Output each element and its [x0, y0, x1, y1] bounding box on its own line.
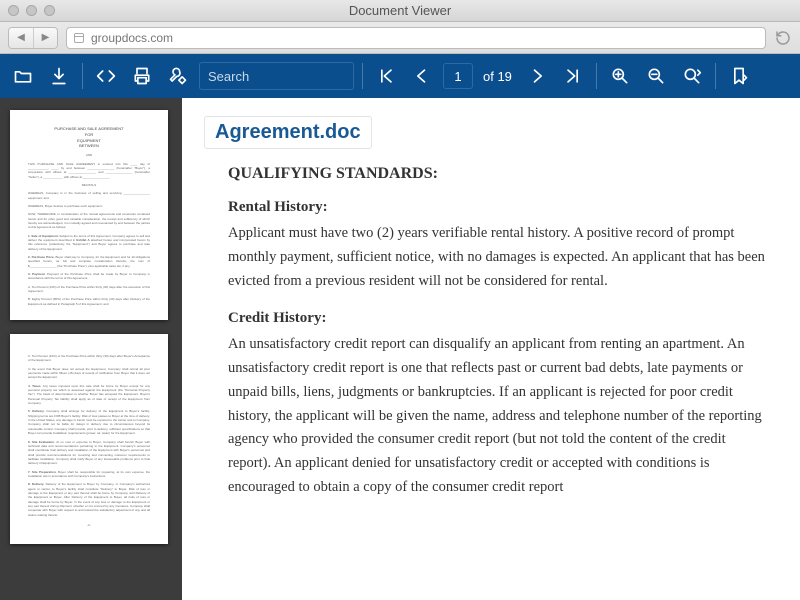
download-button[interactable]: [44, 61, 74, 91]
search-input[interactable]: [208, 69, 384, 84]
tools-button[interactable]: [163, 61, 193, 91]
section-title: Credit History:: [228, 310, 770, 327]
toolbar-divider: [82, 63, 83, 89]
print-button[interactable]: [127, 61, 157, 91]
thumbnail-page-2[interactable]: C. Ten Percent (10%) of the Purchase Pri…: [10, 334, 168, 544]
section-body: An unsatisfactory credit report can disq…: [228, 333, 770, 500]
section-body: Applicant must have two (2) years verifi…: [228, 222, 770, 294]
reload-icon[interactable]: [774, 29, 792, 47]
search-field[interactable]: [199, 62, 354, 90]
open-file-button[interactable]: [8, 61, 38, 91]
page-total-label: of 19: [483, 69, 512, 84]
next-page-button[interactable]: [522, 61, 552, 91]
thumbnail-panel[interactable]: PURCHASE AND SALE AGREEMENTFOREQUIPMENTB…: [0, 98, 182, 600]
toolbar-divider: [715, 63, 716, 89]
zoom-options-button[interactable]: [677, 61, 707, 91]
zoom-in-button[interactable]: [605, 61, 635, 91]
zoom-out-button[interactable]: [641, 61, 671, 91]
browser-back-button[interactable]: ◀: [9, 28, 33, 48]
first-page-button[interactable]: [371, 61, 401, 91]
browser-address-bar: ◀ ▶ groupdocs.com: [0, 22, 800, 54]
workspace: PURCHASE AND SALE AGREEMENTFOREQUIPMENTB…: [0, 98, 800, 600]
window-titlebar: Document Viewer: [0, 0, 800, 22]
view-source-button[interactable]: [91, 61, 121, 91]
browser-url-field[interactable]: groupdocs.com: [66, 27, 766, 49]
page-heading: QUALIFYING STANDARDS:: [228, 165, 770, 183]
section-title: Rental History:: [228, 199, 770, 216]
window-title: Document Viewer: [0, 3, 800, 18]
page-content: QUALIFYING STANDARDS: Rental History: Ap…: [182, 165, 800, 530]
site-icon: [73, 32, 85, 44]
viewer-toolbar: of 19: [0, 54, 800, 98]
browser-forward-button[interactable]: ▶: [33, 28, 57, 48]
toolbar-divider: [596, 63, 597, 89]
thumbnail-page-1[interactable]: PURCHASE AND SALE AGREEMENTFOREQUIPMENTB…: [10, 110, 168, 320]
url-text: groupdocs.com: [91, 31, 173, 45]
browser-nav-buttons: ◀ ▶: [8, 27, 58, 49]
last-page-button[interactable]: [558, 61, 588, 91]
document-area[interactable]: Agreement.doc QUALIFYING STANDARDS: Rent…: [182, 98, 800, 600]
prev-page-button[interactable]: [407, 61, 437, 91]
document-filename: Agreement.doc: [204, 116, 372, 149]
bookmark-button[interactable]: [724, 61, 754, 91]
page-number-input[interactable]: [443, 63, 473, 89]
toolbar-divider: [362, 63, 363, 89]
